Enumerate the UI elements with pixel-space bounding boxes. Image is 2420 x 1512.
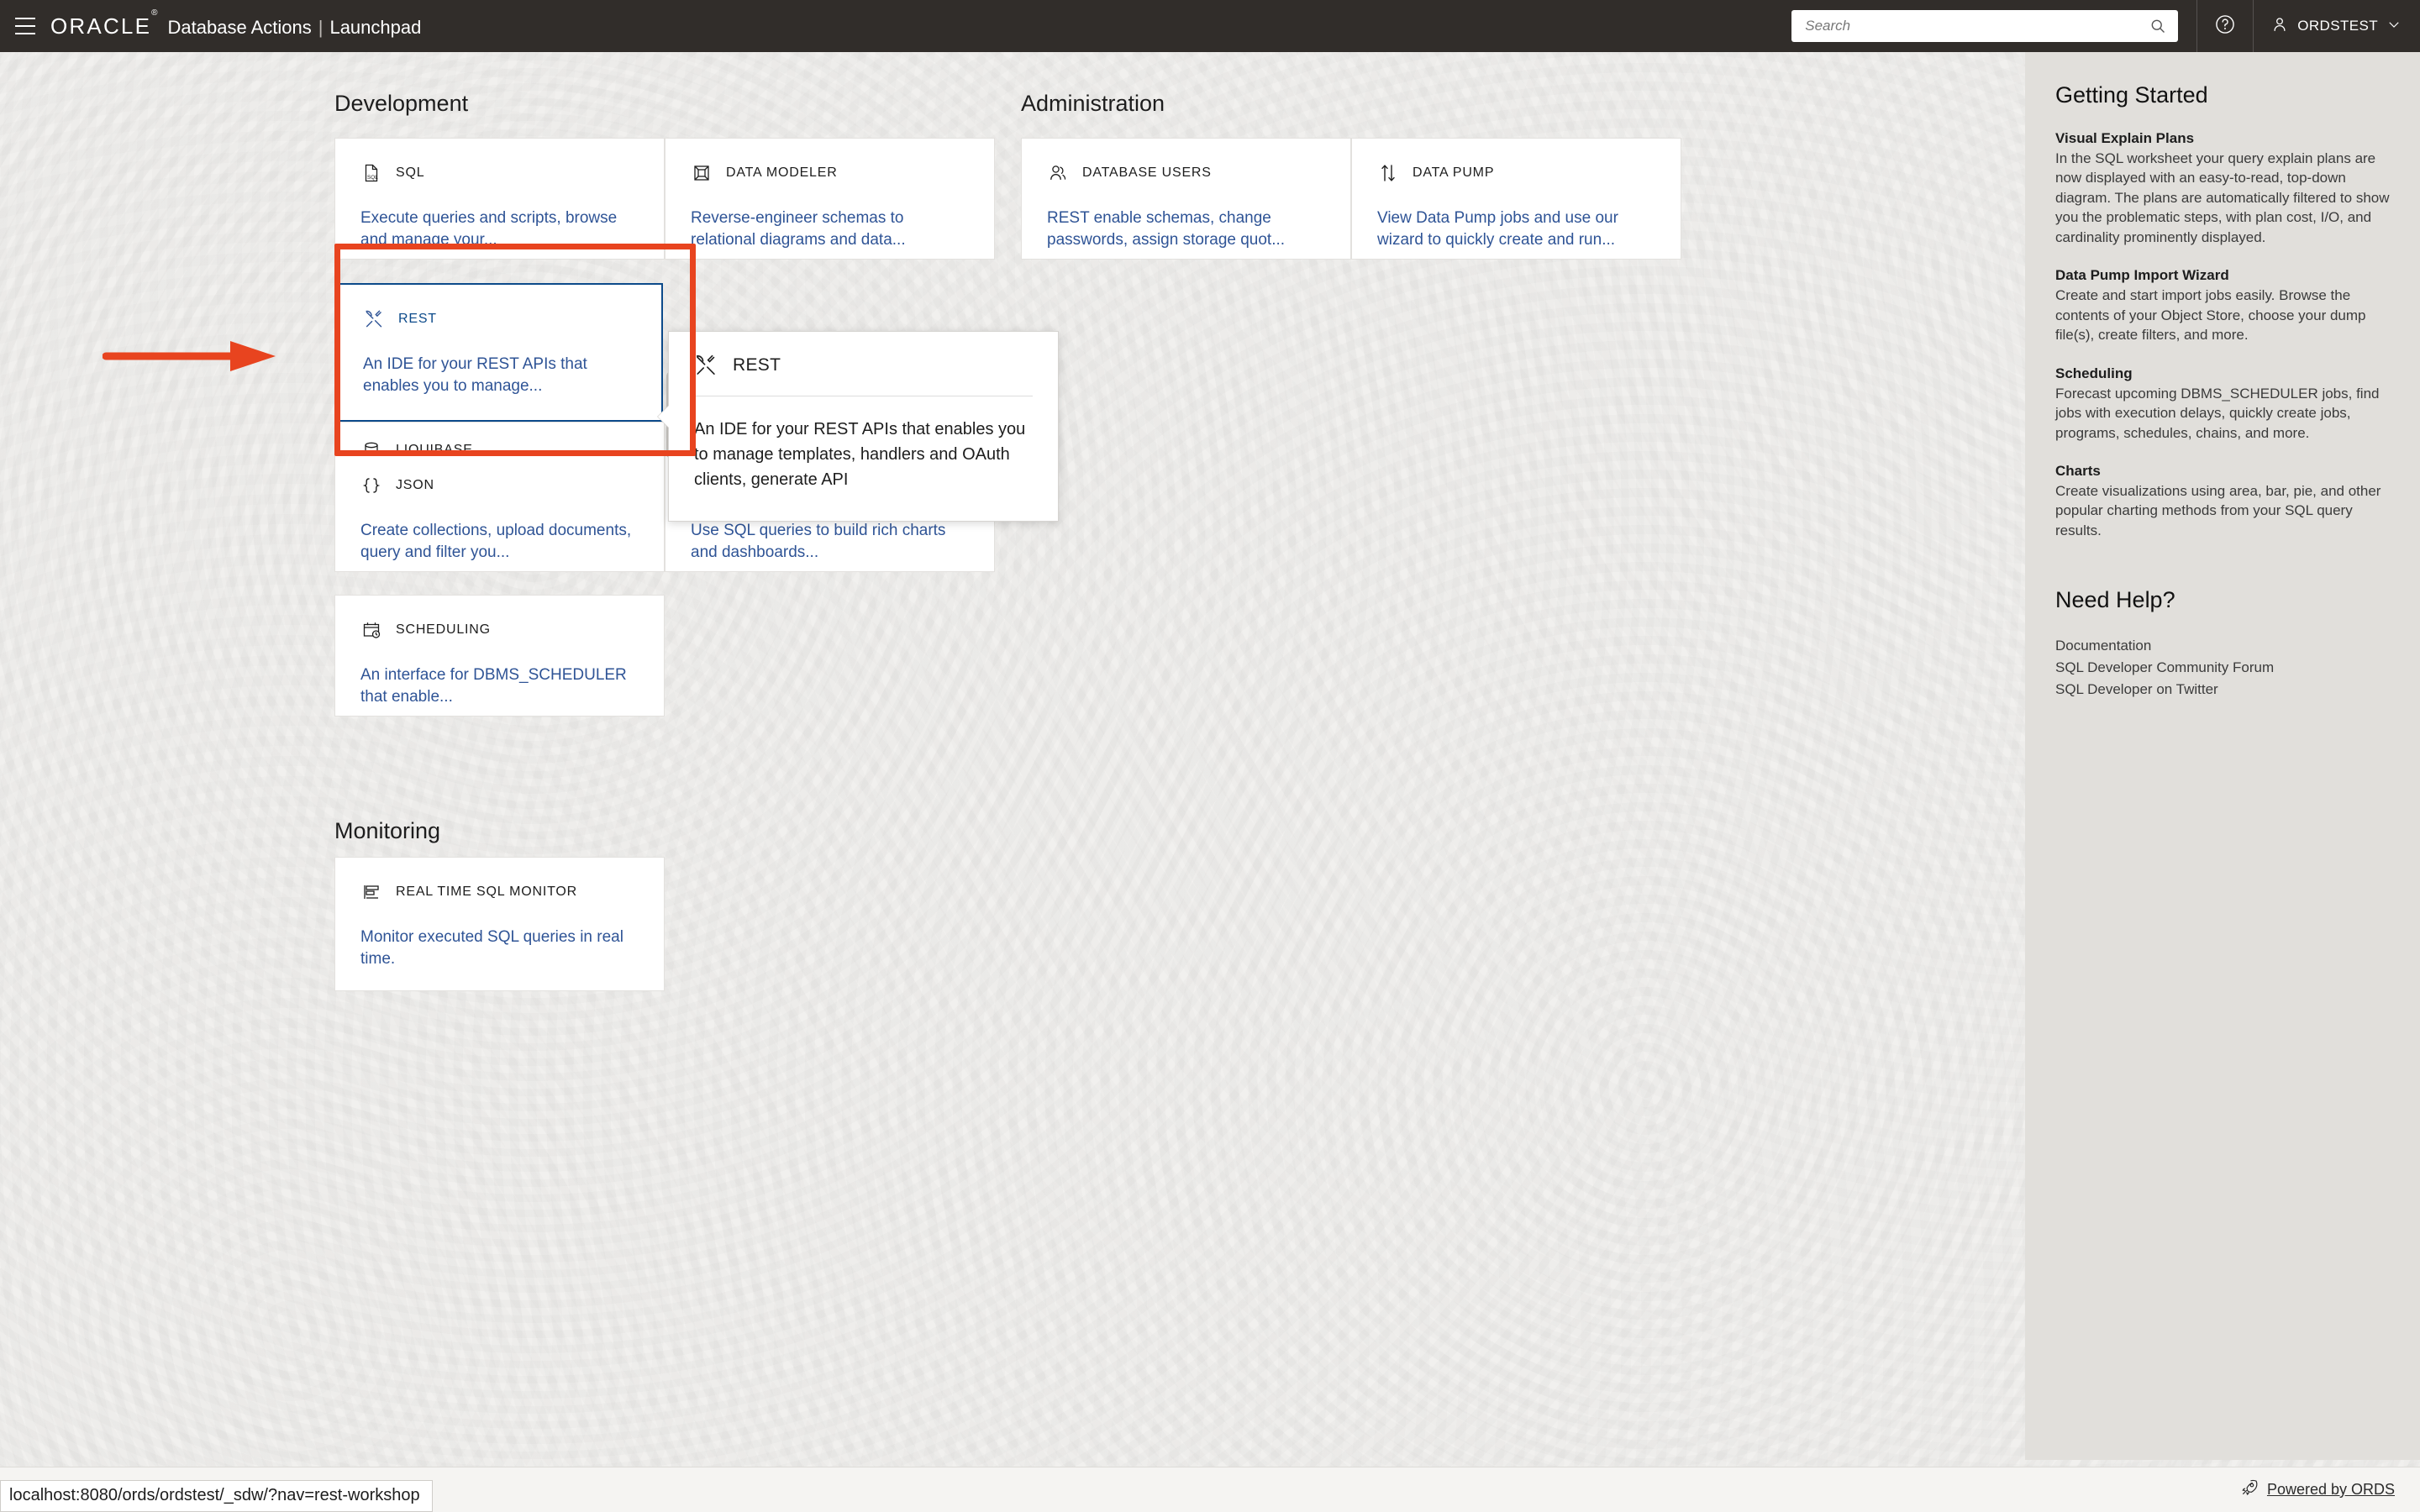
help-button[interactable] <box>2197 0 2253 52</box>
card-real-time-sql-monitor[interactable]: REAL TIME SQL MONITOR Monitor executed S… <box>334 857 665 991</box>
page-title: Launchpad <box>329 17 421 39</box>
rest-tools-icon <box>363 308 385 330</box>
sidebar-item-title: Visual Explain Plans <box>2055 130 2390 147</box>
chevron-down-icon <box>2386 17 2402 36</box>
sidebar-item-data-pump-import-wizard: Data Pump Import Wizard Create and start… <box>2055 267 2390 344</box>
search-input[interactable] <box>1791 10 2178 42</box>
hamburger-icon[interactable] <box>15 18 35 34</box>
registered-mark: ® <box>151 8 157 18</box>
card-title: SQL <box>396 165 424 181</box>
card-header: SQL SQL <box>360 162 639 184</box>
oracle-logo: ORACLE® <box>50 13 158 39</box>
card-data-modeler[interactable]: DATA MODELER Reverse-engineer schemas to… <box>665 138 995 260</box>
sql-file-icon: SQL <box>360 162 382 184</box>
status-url-tooltip: localhost:8080/ords/ordstest/_sdw/?nav=r… <box>0 1480 433 1512</box>
card-sql[interactable]: SQL SQL Execute queries and scripts, bro… <box>334 138 665 260</box>
help-circle-icon <box>2214 13 2236 39</box>
card-title: DATABASE USERS <box>1082 165 1212 181</box>
need-help-title: Need Help? <box>2055 587 2390 613</box>
search-box[interactable] <box>1791 10 2178 42</box>
user-icon <box>2270 15 2289 38</box>
real-time-sql-monitor-icon <box>360 881 382 903</box>
card-title: DATA PUMP <box>1413 165 1494 181</box>
brand: ORACLE® Database Actions | Launchpad <box>50 13 421 39</box>
sidebar-item-body: Create visualizations using area, bar, p… <box>2055 481 2390 540</box>
card-data-pump[interactable]: DATA PUMP View Data Pump jobs and use ou… <box>1351 138 1681 260</box>
card-description: Monitor executed SQL queries in real tim… <box>360 927 639 969</box>
tooltip-title: REST <box>733 355 781 375</box>
search-icon[interactable] <box>2149 18 2166 34</box>
powered-by-ords-link[interactable]: Powered by ORDS <box>2240 1478 2395 1501</box>
getting-started-title: Getting Started <box>2055 82 2390 108</box>
card-rest[interactable]: REST An IDE for your REST APIs that enab… <box>336 283 663 422</box>
brand-separator: | <box>318 17 324 39</box>
svg-text:SQL: SQL <box>367 175 378 181</box>
help-link-documentation[interactable]: Documentation <box>2055 635 2390 657</box>
sidebar-item-scheduling: Scheduling Forecast upcoming DBMS_SCHEDU… <box>2055 365 2390 443</box>
card-title: REST <box>398 312 437 327</box>
database-users-icon <box>1047 162 1069 184</box>
sidebar-item-body: Forecast upcoming DBMS_SCHEDULER jobs, f… <box>2055 384 2390 443</box>
help-link-twitter[interactable]: SQL Developer on Twitter <box>2055 679 2390 701</box>
card-header: SCHEDULING <box>360 619 639 641</box>
sidebar-item-title: Data Pump Import Wizard <box>2055 267 2390 284</box>
card-header: REST <box>363 308 636 330</box>
app-header: ORACLE® Database Actions | Launchpad <box>0 0 2420 52</box>
tooltip-body: An IDE for your REST APIs that enables y… <box>694 417 1033 492</box>
sidebar-item-charts: Charts Create visualizations using area,… <box>2055 463 2390 540</box>
section-title-administration: Administration <box>1021 91 1165 117</box>
app-name: Database Actions <box>168 17 312 39</box>
username-label: ORDSTEST <box>2297 18 2378 34</box>
card-header: JSON <box>360 475 639 496</box>
rocket-icon <box>2240 1478 2259 1501</box>
card-header: DATA PUMP <box>1377 162 1655 184</box>
header-right-group: ORDSTEST <box>1773 0 2420 52</box>
sidebar-item-body: In the SQL worksheet your query explain … <box>2055 149 2390 247</box>
sidebar-item-title: Charts <box>2055 463 2390 480</box>
card-title: SCHEDULING <box>396 622 491 638</box>
tooltip-header: REST <box>694 354 1033 377</box>
card-header: DATA MODELER <box>691 162 969 184</box>
search-container <box>1773 0 2196 52</box>
data-pump-icon <box>1377 162 1399 184</box>
json-icon <box>360 475 382 496</box>
user-menu[interactable]: ORDSTEST <box>2254 0 2420 52</box>
getting-started-sidebar: Getting Started Visual Explain Plans In … <box>2025 52 2420 1460</box>
sidebar-item-title: Scheduling <box>2055 365 2390 382</box>
sidebar-item-body: Create and start import jobs easily. Bro… <box>2055 286 2390 344</box>
card-description: An interface for DBMS_SCHEDULER that ena… <box>360 664 639 707</box>
card-header: REAL TIME SQL MONITOR <box>360 881 639 903</box>
card-scheduling[interactable]: SCHEDULING An interface for DBMS_SCHEDUL… <box>334 595 665 717</box>
card-description: View Data Pump jobs and use our wizard t… <box>1377 207 1655 250</box>
scheduling-icon <box>360 619 382 641</box>
section-title-development: Development <box>334 91 468 117</box>
sidebar-item-visual-explain-plans: Visual Explain Plans In the SQL workshee… <box>2055 130 2390 247</box>
data-modeler-icon <box>691 162 713 184</box>
card-header: DATABASE USERS <box>1047 162 1325 184</box>
launchpad-page: ORACLE® Database Actions | Launchpad <box>0 0 2420 1512</box>
main-content: Development SQL SQL Execute queries and … <box>0 52 2025 1460</box>
card-title: REAL TIME SQL MONITOR <box>396 885 577 900</box>
card-title: DATA MODELER <box>726 165 838 181</box>
tooltip-caret-icon <box>658 406 669 428</box>
rest-tooltip-popup: REST An IDE for your REST APIs that enab… <box>668 331 1059 522</box>
card-json[interactable]: JSON Create collections, upload document… <box>334 450 665 572</box>
card-description: Create collections, upload documents, qu… <box>360 520 639 563</box>
card-description: Use SQL queries to build rich charts and… <box>691 520 969 563</box>
card-description: An IDE for your REST APIs that enables y… <box>363 354 636 396</box>
help-link-community-forum[interactable]: SQL Developer Community Forum <box>2055 657 2390 679</box>
card-description: REST enable schemas, change passwords, a… <box>1047 207 1325 250</box>
powered-by-ords-label: Powered by ORDS <box>2267 1481 2395 1499</box>
card-description: Execute queries and scripts, browse and … <box>360 207 639 250</box>
section-title-monitoring: Monitoring <box>334 818 440 844</box>
card-description: Reverse-engineer schemas to relational d… <box>691 207 969 250</box>
rest-tools-icon <box>694 354 718 377</box>
card-database-users[interactable]: DATABASE USERS REST enable schemas, chan… <box>1021 138 1351 260</box>
card-title: JSON <box>396 478 434 493</box>
